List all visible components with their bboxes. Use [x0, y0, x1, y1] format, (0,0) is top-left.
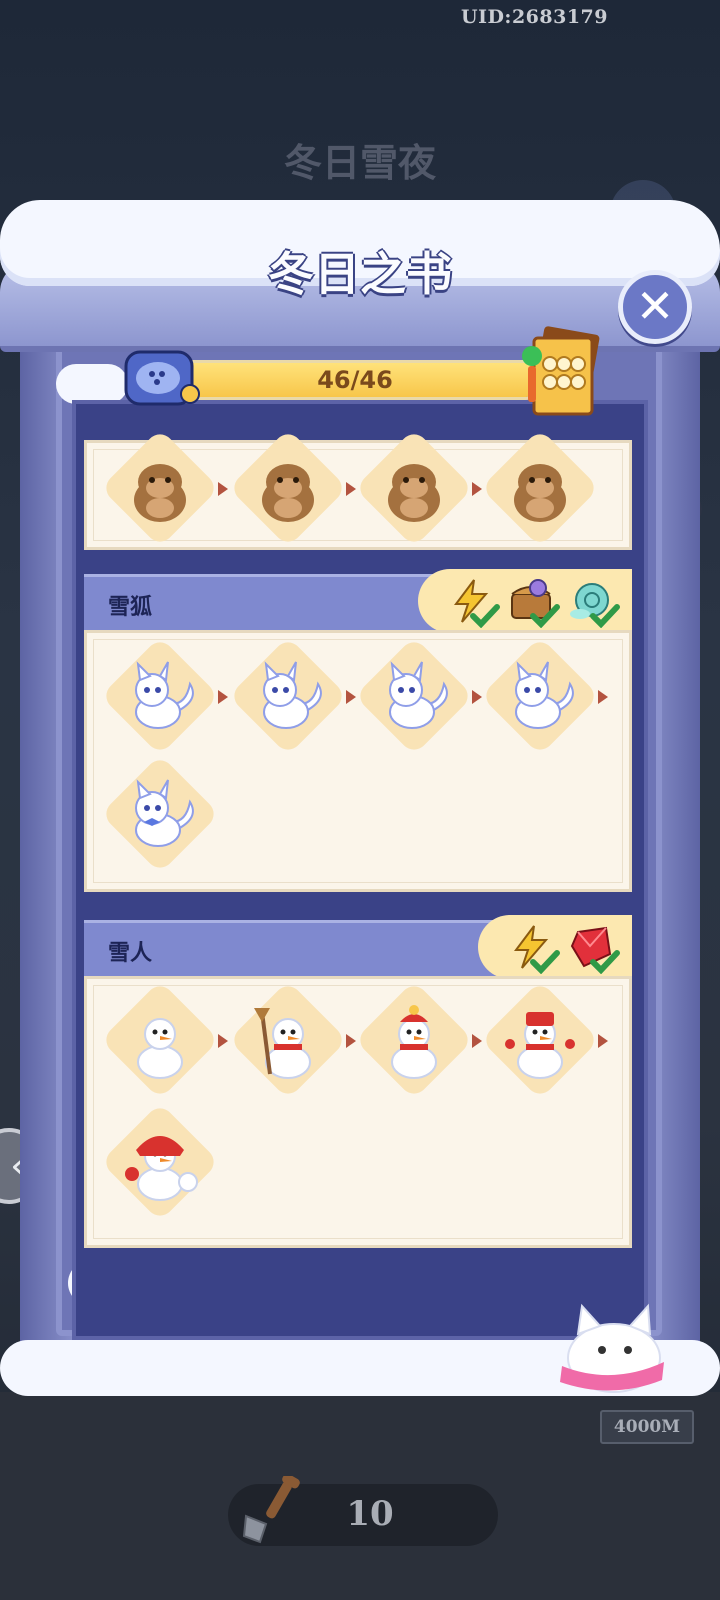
eating-hamster-icon[interactable]: [480, 428, 600, 548]
treasure-chest-icon: [508, 578, 560, 628]
evolution-arrow-icon: [598, 690, 608, 704]
evolution-arrow-icon: [472, 482, 482, 496]
requirements: [418, 569, 632, 633]
red-crystal-icon: [568, 924, 620, 974]
section-header-fox: 雪狐: [84, 569, 632, 633]
evolution-arrow-icon: [218, 690, 228, 704]
requirements: [478, 915, 632, 979]
snowman-festive-icon[interactable]: [480, 980, 600, 1100]
section-header-snowman: 雪人: [84, 915, 632, 979]
lightning-icon: [508, 924, 560, 974]
cat-mascot-icon: [560, 1303, 664, 1393]
snail-icon: [568, 578, 620, 628]
close-button[interactable]: ✕: [618, 270, 692, 344]
shovel-count: 10: [346, 1494, 394, 1534]
evolution-arrow-icon: [346, 690, 356, 704]
evolution-arrow-icon: [598, 1034, 608, 1048]
sleeping-hamster-icon[interactable]: [100, 428, 220, 548]
modal-title: 冬日之书: [268, 247, 452, 301]
depth-label: 4000M: [600, 1410, 694, 1444]
evolution-arrow-icon: [218, 1034, 228, 1048]
event-title: 冬日雪夜: [283, 140, 436, 185]
scroll-icon: [124, 350, 200, 406]
standing-fox-icon[interactable]: [480, 636, 600, 756]
evolution-arrow-icon: [218, 482, 228, 496]
lightning-icon: [448, 578, 500, 628]
snowman-broom-icon[interactable]: [228, 980, 348, 1100]
section-title: 雪狐: [108, 594, 153, 620]
shovel-icon: [242, 1476, 300, 1544]
crying-fox-icon[interactable]: [228, 636, 348, 756]
snowman-lion-dance-icon[interactable]: [100, 1102, 220, 1222]
sitting-fox-icon[interactable]: [354, 636, 474, 756]
bow-fox-icon[interactable]: [100, 754, 220, 874]
sleeping-fox-icon[interactable]: [100, 636, 220, 756]
waving-hamster-icon[interactable]: [354, 428, 474, 548]
sitting-hamster-icon[interactable]: [228, 428, 348, 548]
evolution-arrow-icon: [346, 482, 356, 496]
reward-card-icon: [522, 326, 600, 416]
section-title: 雪人: [108, 940, 153, 966]
evolution-arrow-icon: [472, 690, 482, 704]
evolution-arrow-icon: [472, 1034, 482, 1048]
uid-label: UID:2683179: [461, 6, 608, 28]
progress-text: 46/46: [317, 366, 393, 394]
snowman-hat-icon[interactable]: [354, 980, 474, 1100]
evolution-arrow-icon: [346, 1034, 356, 1048]
snowman-icon[interactable]: [100, 980, 220, 1100]
